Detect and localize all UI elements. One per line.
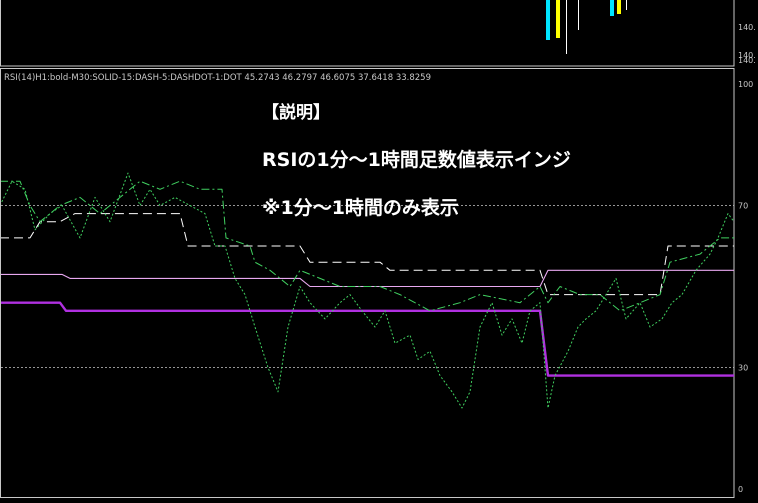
rsi-panel-frame [0,68,735,498]
indicator-header-label: RSI(14)H1:bold-M30:SOLID-15:DASH-5:DASHD… [4,73,431,83]
price-candle [617,0,621,14]
rsi-multi-timeframe-chart: 140. 140. 140. RSI(14)H1:bold-M30:SOLID-15… [0,0,758,499]
rsi-panel: RSI(14)H1:bold-M30:SOLID-15:DASH-5:DASHD… [0,68,753,498]
price-candle [578,0,579,30]
price-axis-label: 140. [738,56,756,65]
y-tick-label: 30 [738,364,748,373]
price-candle [566,0,567,54]
y-tick-label: 70 [738,202,748,211]
annotation-text: 【説明】 [262,102,330,123]
price-panel-frame [0,0,735,67]
annotation-text: RSIの1分～1時間足数値表示インジ [262,148,571,171]
price-axis-label: 140. [738,23,756,32]
price-panel: 140.140.140. [0,0,756,67]
chart-canvas: 140.140.140. RSI(14)H1:bold-M30:SOLID-15… [0,0,756,498]
y-tick-label: 0 [738,485,743,494]
price-candle [546,0,550,40]
price-candle [610,0,614,16]
price-candle [556,0,560,38]
annotation-text: ※1分～1時間のみ表示 [262,196,459,219]
price-candle [626,0,627,10]
y-tick-label: 100 [738,80,753,89]
